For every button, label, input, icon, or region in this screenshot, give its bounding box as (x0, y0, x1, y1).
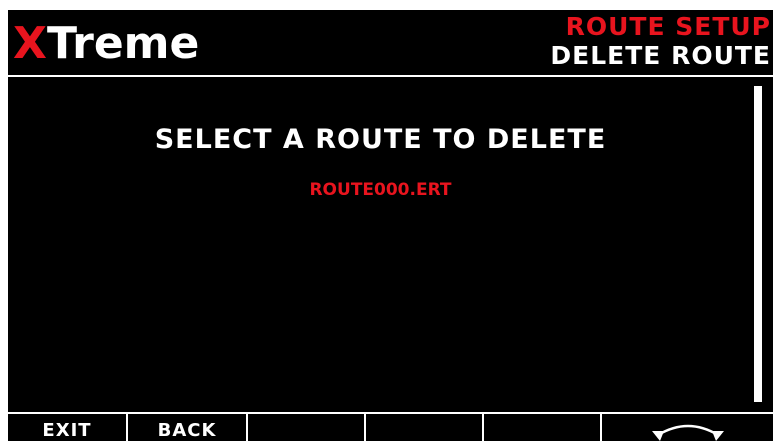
display-screen: XTreme ROUTE SETUP DELETE ROUTE SELECT A… (8, 10, 773, 441)
logo-text: Treme (46, 18, 200, 69)
rotary-knob-icon (652, 424, 724, 441)
header: XTreme ROUTE SETUP DELETE ROUTE (8, 10, 773, 76)
delete-route-prompt: SELECT A ROUTE TO DELETE (154, 124, 607, 155)
xtreme-logo: XTreme (13, 14, 199, 74)
exit-button[interactable]: EXIT (8, 414, 126, 441)
softkey-bar: EXIT BACK (8, 412, 773, 441)
softkey-3-button[interactable] (248, 414, 364, 441)
route-list-item[interactable]: ROUTE000.ERT (8, 178, 753, 202)
softkey-5-button[interactable] (484, 414, 600, 441)
softkey-4-button[interactable] (366, 414, 482, 441)
page-title: DELETE ROUTE (550, 41, 771, 70)
header-divider (8, 75, 773, 77)
scrollbar[interactable] (754, 86, 762, 402)
route-file-label[interactable]: ROUTE000.ERT (309, 180, 451, 200)
menu-title: ROUTE SETUP (565, 12, 771, 41)
logo-x-letter: X (13, 18, 47, 69)
back-button[interactable]: BACK (128, 414, 246, 441)
